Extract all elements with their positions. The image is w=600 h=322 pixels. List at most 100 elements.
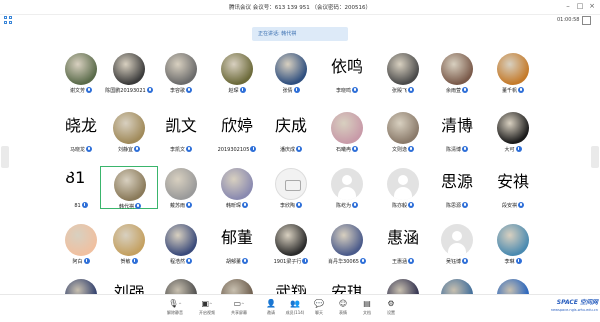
participant-name-text: 陈清博 (445, 147, 461, 153)
toolbar-button-members[interactable]: 👥 成员(114) (282, 299, 308, 321)
participant-tile[interactable]: 李琳 (484, 222, 542, 265)
participant-tile[interactable]: 肖丹华30065 (318, 222, 376, 265)
video-off-icon: ▣^ (201, 299, 213, 308)
mic-muted-icon (81, 202, 88, 208)
participant-name: 陈屹为 (318, 202, 376, 209)
participant-name: 贺敏 (100, 258, 158, 265)
participant-tile[interactable]: 董千帆 (484, 51, 542, 94)
participant-tile[interactable]: 赵琛 (208, 51, 266, 94)
participant-name-text: 81 (74, 203, 81, 209)
mic-muted-icon (462, 258, 468, 264)
participant-name-text: 李琳 (504, 259, 515, 265)
participant-name-text: 李凯文 (169, 147, 185, 153)
avatar (497, 279, 529, 294)
avatar: 惠涵 (387, 228, 419, 247)
toolbar-button-document[interactable]: ▤ 文档 (354, 299, 380, 321)
toolbar-label: 成员(114) (285, 310, 305, 315)
participant-name: 刘静宜 (100, 146, 158, 153)
members-icon: 👥 (290, 299, 300, 308)
toolbar-button-emoji[interactable]: ☺ 表情 (330, 299, 356, 321)
toolbar-label: 设置 (387, 310, 395, 315)
participant-tile[interactable]: 张倩 (262, 51, 320, 94)
participant-tile[interactable]: 李容歌 (152, 51, 210, 94)
participant-tile[interactable]: 韩代祺 (100, 166, 158, 210)
participant-name: 程浩然 (152, 258, 210, 265)
participant-name-text: 张殿飞 (391, 88, 407, 94)
participant-tile[interactable]: 石曦冉 (318, 110, 376, 153)
chevron-up-icon[interactable]: ^ (209, 302, 212, 307)
participant-tile[interactable]: 惠涵 王惠涵 (374, 222, 432, 265)
avatar (441, 279, 473, 294)
toolbar-button-video-off[interactable]: ▣^ 开启视频 (194, 299, 220, 321)
participant-tile[interactable] (152, 277, 210, 294)
avatar (65, 53, 97, 85)
participant-tile[interactable] (374, 277, 432, 294)
watermark-logo: SPACE 空间网 (556, 299, 598, 306)
participant-tile[interactable]: 余雨萱 (428, 51, 486, 94)
participant-tile[interactable]: 戴苏雨 (152, 166, 210, 209)
mic-muted-icon (134, 146, 140, 152)
mic-muted-icon (296, 202, 302, 208)
participant-tile[interactable]: 欣婷 2019302105 (208, 110, 266, 153)
participant-tile[interactable]: 韩昕琛 (208, 166, 266, 209)
participant-name-text: 韩代祺 (118, 204, 134, 210)
participant-name: 董千帆 (484, 87, 542, 94)
participant-name-text: 阿白 (72, 259, 83, 265)
avatar (114, 169, 146, 201)
participant-name-text: 1901梁子行 (273, 259, 302, 265)
participant-tile[interactable]: 武翔 (262, 277, 320, 294)
mic-muted-icon (186, 87, 192, 93)
participant-tile[interactable] (428, 277, 486, 294)
share-screen-icon: ▭^ (233, 299, 245, 308)
participant-tile[interactable]: 安琪 (318, 277, 376, 294)
participant-name-text: 韩昕琛 (225, 203, 241, 209)
participant-tile[interactable]: 文则逸 (374, 110, 432, 153)
toolbar-button-settings[interactable]: ⚙ 设置 (378, 299, 404, 321)
document-icon: ▤ (363, 299, 371, 308)
avatar: 武翔 (275, 283, 307, 294)
avatar: 安祺 (497, 172, 529, 191)
avatar: 凯文 (165, 116, 197, 135)
participant-tile[interactable]: 刘强 (100, 277, 158, 294)
participant-tile[interactable]: 清博 陈清博 (428, 110, 486, 153)
participant-tile[interactable]: 程浩然 (152, 222, 210, 265)
participant-tile[interactable]: 依鸣 李晓鸣 (318, 51, 376, 94)
participant-tile[interactable]: 刘静宜 (100, 110, 158, 153)
participant-tile[interactable]: 陈国鹏20193021 (100, 51, 158, 94)
participant-tile[interactable]: 大可 (484, 110, 542, 153)
participant-tile[interactable]: 陈屹为 (318, 166, 376, 209)
toolbar-button-chat[interactable]: 💬 聊天 (306, 299, 332, 321)
chevron-up-icon[interactable]: ^ (241, 302, 244, 307)
participant-name: 文则逸 (374, 146, 432, 153)
participant-tile[interactable]: 陈亦毅 (374, 166, 432, 209)
toolbar-button-share-screen[interactable]: ▭^ 共享屏幕 (226, 299, 252, 321)
avatar: 晓龙 (65, 116, 97, 135)
mic-muted-icon: 🎙^ (168, 299, 182, 308)
participant-name: 李凯文 (152, 146, 210, 153)
toolbar-button-mic-muted[interactable]: 🎙^ 解除静音 (162, 299, 188, 321)
participant-name-text: 大可 (504, 147, 515, 153)
avatar (387, 279, 419, 294)
participant-tile[interactable]: 1901梁子行 (262, 222, 320, 265)
participant-tile[interactable]: 郁董 胡郁董 (208, 222, 266, 265)
participant-tile[interactable] (484, 277, 542, 294)
participant-tile[interactable]: 庆成 潘庆成 (262, 110, 320, 153)
participant-tile[interactable]: 李欣陶 (262, 166, 320, 209)
mic-muted-icon (515, 258, 522, 264)
mic-muted-icon (518, 87, 524, 93)
toolbar-button-invite[interactable]: 👤 邀请 (258, 299, 284, 321)
participant-tile[interactable]: 张殿飞 (374, 51, 432, 94)
participant-tile[interactable]: 凯文李凯文 (152, 110, 210, 153)
watermark-url: newspace.ngis.whu.edu.cn (550, 308, 598, 312)
mic-muted-icon (135, 203, 141, 209)
participant-name: 戴苏雨 (152, 202, 210, 209)
participant-tile[interactable]: 贺敏 (100, 222, 158, 265)
participant-name: 陈思源 (428, 202, 486, 209)
participant-tile[interactable]: 安祺 段安祺 (484, 166, 542, 209)
mic-muted-icon (186, 258, 192, 264)
chevron-up-icon[interactable]: ^ (178, 302, 181, 307)
avatar (497, 53, 529, 85)
participant-tile[interactable]: 思源 陈思源 (428, 166, 486, 209)
participant-tile[interactable] (208, 277, 266, 294)
participant-tile[interactable]: 吴钰博 (428, 222, 486, 265)
